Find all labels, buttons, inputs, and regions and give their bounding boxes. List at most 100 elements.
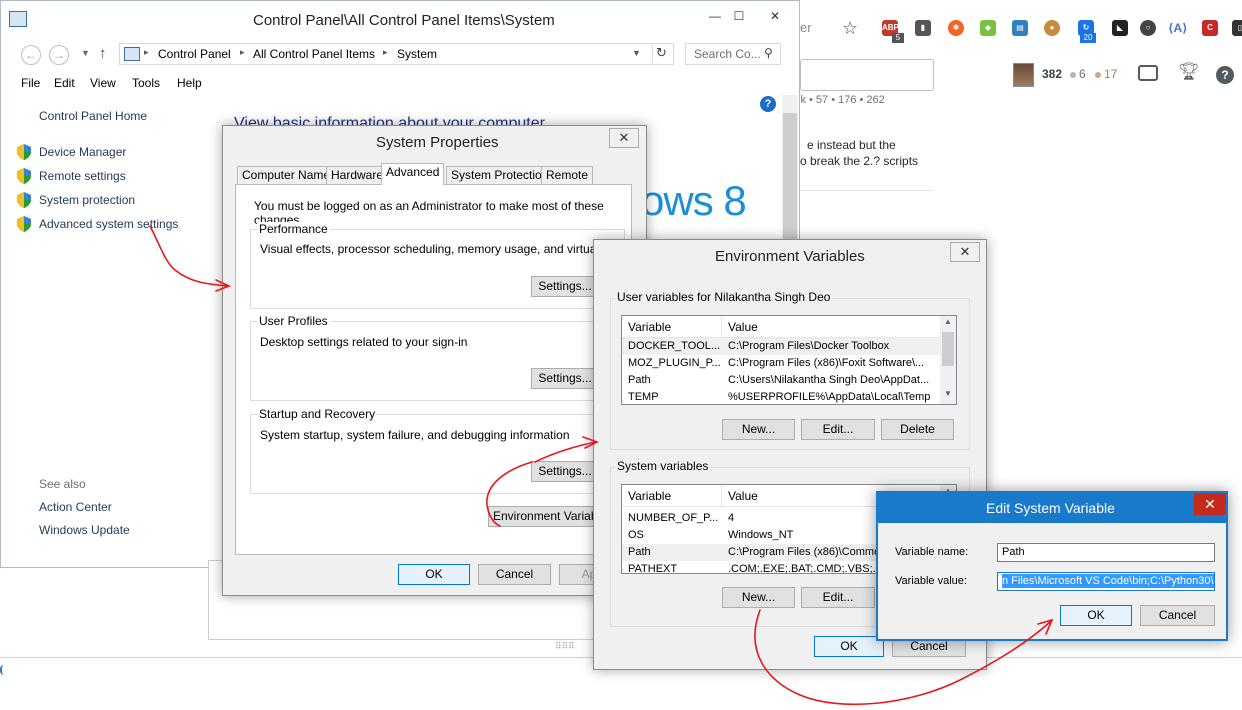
see-also-windows-update[interactable]: Windows Update <box>39 523 130 537</box>
search-placeholder: Search Co... <box>694 47 761 61</box>
user-edit-button[interactable]: Edit... <box>801 419 875 440</box>
ok-button[interactable]: OK <box>1060 605 1132 626</box>
table-row[interactable]: MOZ_PLUGIN_P... C:\Program Files (x86)\F… <box>622 355 942 372</box>
uac-shield-icon <box>17 144 31 160</box>
close-button[interactable]: ✕ <box>1194 493 1226 515</box>
extension-icon[interactable]: ▮ <box>915 20 931 36</box>
extension-last-icon[interactable]: ▯ <box>1232 20 1242 36</box>
sync-count-badge: 20 <box>1080 33 1096 43</box>
search-input[interactable]: Search Co... ⚲ <box>685 43 781 65</box>
help-icon[interactable]: ? <box>760 96 776 112</box>
extension-green-icon[interactable]: ◆ <box>980 20 996 36</box>
close-button[interactable]: ✕ <box>761 6 789 26</box>
loading-indicator-icon <box>0 665 8 675</box>
breadcrumb-all-items[interactable]: All Control Panel Items <box>253 47 375 61</box>
tab-remote[interactable]: Remote <box>541 166 594 184</box>
extension-orange-icon[interactable]: ✱ <box>948 20 964 36</box>
user-profiles-title: User Profiles <box>257 314 330 328</box>
extension-blue-icon[interactable]: ▤ <box>1012 20 1028 36</box>
ok-button[interactable]: OK <box>814 636 884 657</box>
scrollbar-thumb[interactable] <box>942 332 954 366</box>
tab-computer-name[interactable]: Computer Name <box>237 166 336 184</box>
table-row[interactable]: DOCKER_TOOL... C:\Program Files\Docker T… <box>622 338 942 355</box>
task-advanced-system-settings[interactable]: Advanced system settings <box>39 217 178 231</box>
tab-hardware[interactable]: Hardware <box>326 166 389 184</box>
user-profiles-group: User Profiles Desktop settings related t… <box>250 314 625 401</box>
uac-shield-icon <box>17 168 31 184</box>
up-arrow-icon[interactable]: ↑ <box>99 45 107 62</box>
scroll-up-arrow-icon[interactable]: ▲ <box>940 317 956 331</box>
extension-brackets-icon[interactable]: ⟨A⟩ <box>1168 20 1188 36</box>
tab-system-protection[interactable]: System Protection <box>446 166 554 184</box>
column-header-value[interactable]: Value <box>728 489 758 503</box>
forward-arrow-icon[interactable]: → <box>49 45 69 65</box>
recent-pages-chevron-icon[interactable]: ▼ <box>81 48 90 58</box>
column-header-variable[interactable]: Variable <box>628 320 671 334</box>
uac-shield-icon <box>17 192 31 208</box>
achievements-trophy-icon[interactable]: 🏆︎ <box>1178 62 1200 82</box>
resize-grip-icon[interactable]: ⠿⠿⠿ <box>555 641 575 652</box>
close-button[interactable]: ✕ <box>609 128 639 148</box>
cancel-button[interactable]: Cancel <box>1140 605 1215 626</box>
inbox-icon[interactable] <box>1138 65 1158 81</box>
breadcrumb-separator-icon: ▸ <box>383 47 388 57</box>
variable-name-field[interactable]: Path <box>997 543 1215 562</box>
system-new-button[interactable]: New... <box>722 587 795 608</box>
scrollbar[interactable]: ▲ ▼ <box>940 316 956 404</box>
menu-file[interactable]: File <box>21 76 40 90</box>
back-arrow-icon[interactable]: ← <box>21 45 41 65</box>
cookie-icon[interactable]: ● <box>1044 20 1060 36</box>
extension-circle-icon[interactable]: ○ <box>1140 20 1156 36</box>
search-icon[interactable]: ⚲ <box>764 46 773 60</box>
breadcrumb-system[interactable]: System <box>397 47 437 61</box>
column-header-value[interactable]: Value <box>728 320 758 334</box>
cancel-button[interactable]: Cancel <box>478 564 551 585</box>
user-variables-list[interactable]: Variable Value DOCKER_TOOL... C:\Program… <box>621 315 957 405</box>
system-edit-button[interactable]: Edit... <box>801 587 875 608</box>
breadcrumb-control-panel[interactable]: Control Panel <box>158 47 231 61</box>
help-question-icon[interactable]: ? <box>1216 66 1234 84</box>
bronze-badge-count: 17 <box>1095 67 1117 81</box>
address-bar-tail[interactable]: er <box>800 20 812 35</box>
extension-dark-icon[interactable]: ◣ <box>1112 20 1128 36</box>
task-remote-settings[interactable]: Remote settings <box>39 169 126 183</box>
maximize-button[interactable]: ☐ <box>725 6 753 26</box>
user-delete-button[interactable]: Delete <box>881 419 954 440</box>
silver-badge-count: 6 <box>1070 67 1086 81</box>
control-panel-home-link[interactable]: Control Panel Home <box>39 109 147 123</box>
see-also-action-center[interactable]: Action Center <box>39 500 112 514</box>
scroll-down-arrow-icon[interactable]: ▼ <box>940 389 956 403</box>
performance-settings-button[interactable]: Settings... <box>531 276 599 297</box>
scrollbar-thumb[interactable] <box>783 113 797 243</box>
column-header-variable[interactable]: Variable <box>628 489 671 503</box>
address-dropdown-chevron-icon[interactable]: ▼ <box>632 48 641 58</box>
ok-button[interactable]: OK <box>398 564 470 585</box>
variable-value-field[interactable]: n Files\Microsoft VS Code\bin;C:\Python3… <box>997 572 1215 591</box>
table-row[interactable]: Path C:\Users\Nilakantha Singh Deo\AppDa… <box>622 372 942 389</box>
bookmark-star-icon[interactable]: ☆ <box>842 18 858 39</box>
close-button[interactable]: ✕ <box>950 242 980 262</box>
menu-tools[interactable]: Tools <box>132 76 160 90</box>
menu-edit[interactable]: Edit <box>54 76 75 90</box>
cors-icon[interactable]: C <box>1202 20 1218 36</box>
task-device-manager[interactable]: Device Manager <box>39 145 126 159</box>
titlebar[interactable]: Control Panel\All Control Panel Items\Sy… <box>1 1 799 39</box>
startup-recovery-settings-button[interactable]: Settings... <box>531 461 599 482</box>
uac-shield-icon <box>17 216 31 232</box>
so-search-input[interactable] <box>800 59 934 91</box>
variable-value: 4 <box>728 512 735 524</box>
post-text-line: o break the 2.? scripts <box>800 154 919 168</box>
menu-view[interactable]: View <box>90 76 116 90</box>
avatar[interactable] <box>1013 63 1034 87</box>
menu-help[interactable]: Help <box>177 76 202 90</box>
table-row[interactable]: TEMP %USERPROFILE%\AppData\Local\Temp <box>622 389 942 404</box>
divider <box>652 45 653 63</box>
user-profiles-settings-button[interactable]: Settings... <box>531 368 599 389</box>
user-new-button[interactable]: New... <box>722 419 795 440</box>
tab-advanced[interactable]: Advanced <box>381 163 445 185</box>
task-system-protection[interactable]: System protection <box>39 193 135 207</box>
address-bar[interactable]: ▸ Control Panel ▸ All Control Panel Item… <box>119 43 674 65</box>
variable-name: TEMP <box>628 391 659 403</box>
refresh-icon[interactable]: ↻ <box>656 45 667 61</box>
titlebar[interactable]: Edit System Variable ✕ <box>878 493 1226 523</box>
